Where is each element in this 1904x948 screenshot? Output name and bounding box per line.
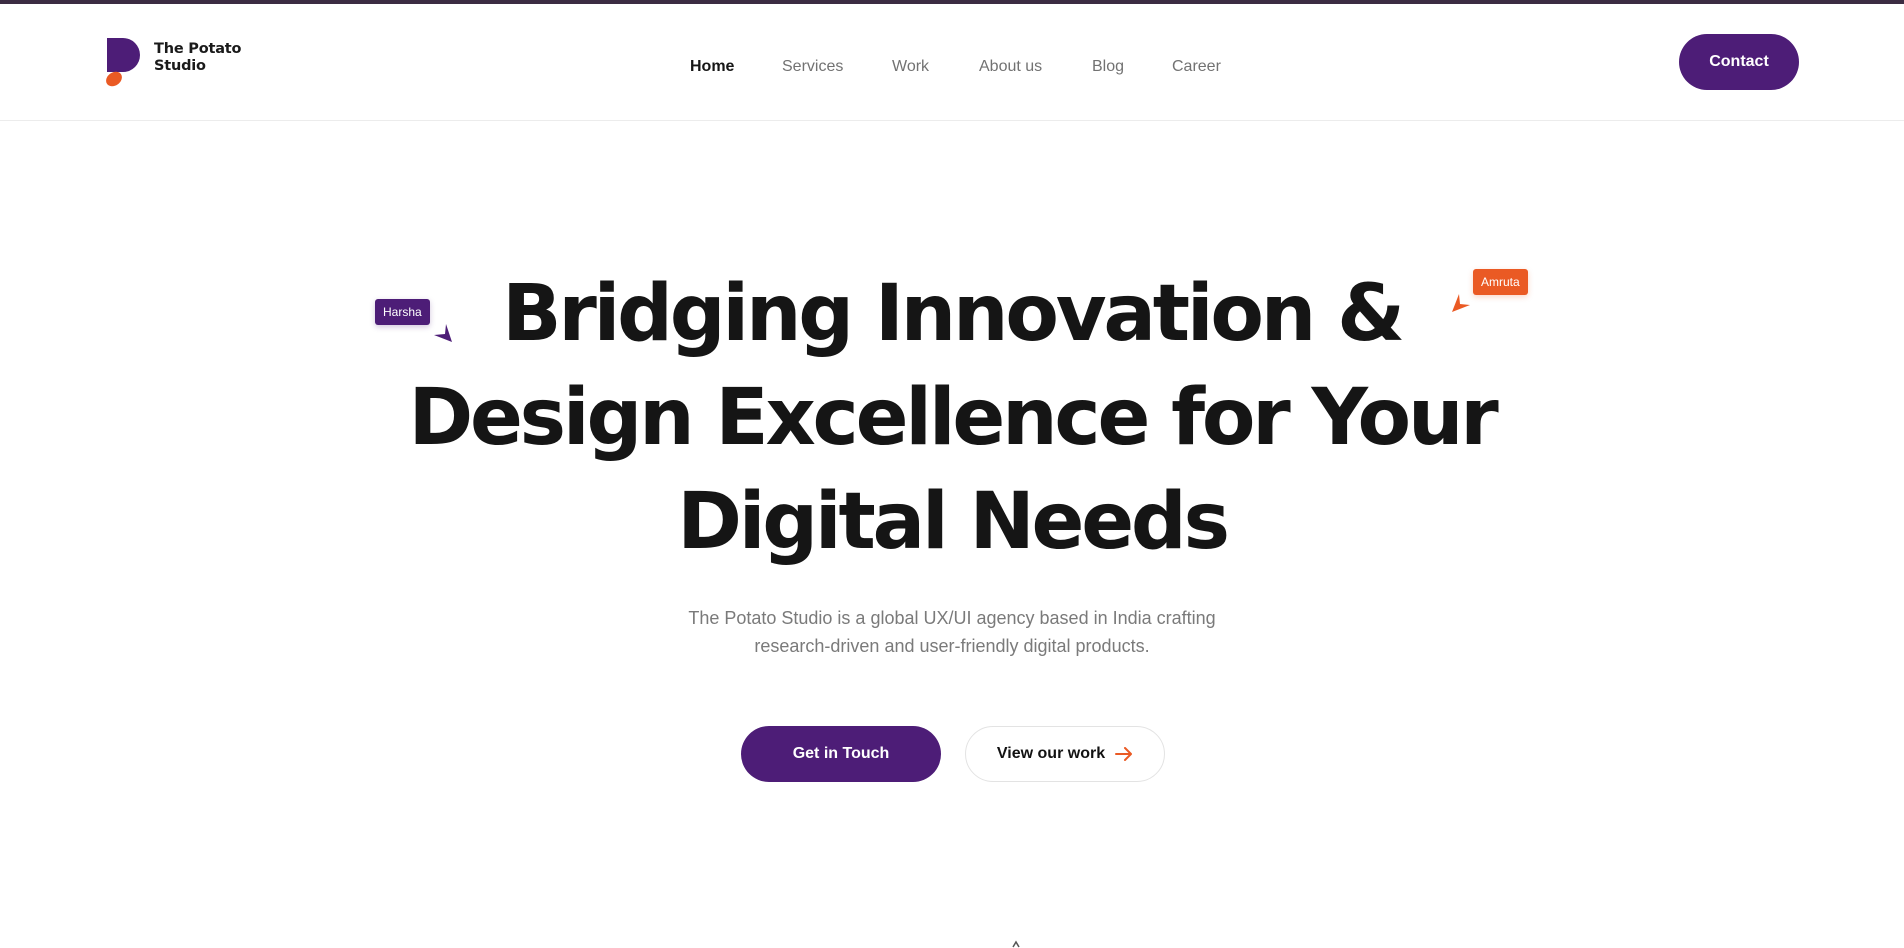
- site-header: The Potato Studio Home Services Work Abo…: [0, 4, 1904, 121]
- main-nav: Home Services Work About us Blog Career: [0, 53, 1904, 81]
- cursor-label-amruta: Amruta: [1473, 269, 1528, 295]
- arrow-right-icon: [1115, 747, 1133, 761]
- view-our-work-button[interactable]: View our work: [965, 726, 1165, 782]
- hero-title: Bridging Innovation & Design Excellence …: [400, 262, 1504, 574]
- cursor-pointer-icon: [1452, 294, 1470, 312]
- get-in-touch-button[interactable]: Get in Touch: [741, 726, 941, 782]
- hero-subtitle-line1: The Potato Studio is a global UX/UI agen…: [688, 608, 1216, 628]
- nav-item-home[interactable]: Home: [690, 53, 734, 81]
- hero-title-line1: Bridging Innovation &: [502, 269, 1405, 359]
- view-our-work-label: View our work: [996, 745, 1106, 762]
- scroll-indicator-icon: [1012, 940, 1020, 948]
- hero-title-line3: Digital Needs: [677, 477, 1230, 567]
- contact-button[interactable]: Contact: [1679, 34, 1799, 90]
- nav-item-blog[interactable]: Blog: [1092, 53, 1124, 81]
- hero-subtitle: The Potato Studio is a global UX/UI agen…: [600, 604, 1304, 660]
- nav-item-services[interactable]: Services: [782, 53, 843, 81]
- nav-item-work[interactable]: Work: [892, 53, 929, 81]
- nav-item-career[interactable]: Career: [1172, 53, 1221, 81]
- cursor-pointer-icon: [434, 324, 452, 342]
- hero-title-line2: Design Excellence for Your: [408, 373, 1498, 463]
- nav-item-about-us[interactable]: About us: [979, 53, 1042, 81]
- cursor-label-harsha: Harsha: [375, 299, 430, 325]
- hero-subtitle-line2: research-driven and user-friendly digita…: [754, 636, 1150, 656]
